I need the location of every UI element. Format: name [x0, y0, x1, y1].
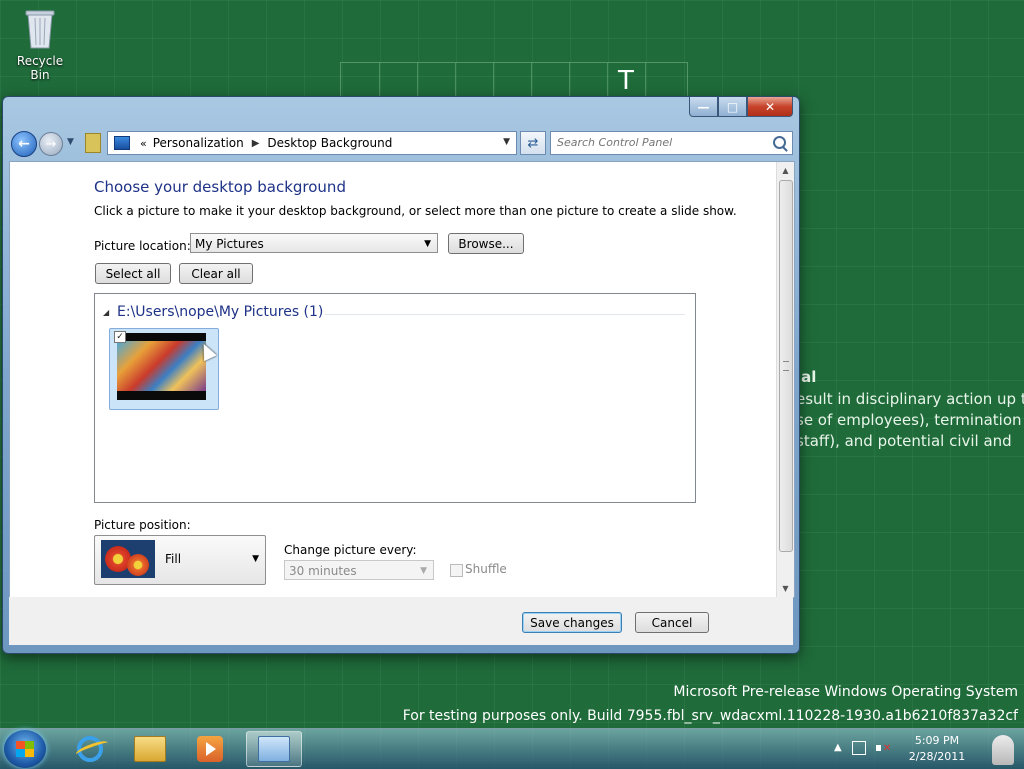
recycle-bin[interactable]: Recycle Bin [6, 8, 74, 82]
navigation-bar: ← → ▼ « Personalization ▶ Desktop Backgr… [9, 129, 793, 157]
forward-button[interactable]: → [39, 132, 63, 156]
browse-button[interactable]: Browse... [448, 233, 524, 254]
address-bar[interactable]: « Personalization ▶ Desktop Background ▼ [107, 131, 517, 155]
change-interval-value: 30 minutes [289, 564, 357, 578]
recycle-bin-label: Recycle Bin [16, 54, 64, 82]
select-all-button[interactable]: Select all [95, 263, 171, 284]
internet-explorer-icon [77, 736, 103, 762]
vertical-scrollbar[interactable]: ▲ ▼ [776, 162, 794, 597]
taskbar-control-panel[interactable] [246, 731, 302, 767]
picture-location-value: My Pictures [195, 237, 264, 251]
breadcrumb-separator-icon[interactable]: ▶ [252, 138, 260, 149]
picture-position-label: Picture position: [94, 518, 191, 532]
taskbar-windows-explorer[interactable] [122, 731, 178, 767]
search-box[interactable] [550, 131, 793, 155]
thumbnail-picture [117, 341, 206, 391]
minimize-button[interactable]: — [689, 97, 718, 117]
breadcrumb-personalization[interactable]: Personalization [153, 136, 244, 150]
build-watermark-line2: For testing purposes only. Build 7955.fb… [402, 708, 1018, 724]
search-icon[interactable] [773, 136, 786, 149]
clock-date: 2/28/2011 [908, 750, 966, 763]
background-text-line: se of employees), termination of [796, 411, 1024, 429]
shuffle-checkbox[interactable] [450, 564, 463, 577]
group-divider [325, 314, 685, 315]
page-description: Click a picture to make it your desktop … [94, 204, 737, 218]
start-button[interactable] [4, 730, 46, 768]
refresh-icon: ⇄ [527, 135, 539, 151]
cancel-button[interactable]: Cancel [635, 612, 709, 633]
show-hidden-icons-icon[interactable]: ▲ [834, 742, 842, 753]
chevron-down-icon: ▼ [420, 566, 427, 576]
change-interval-select[interactable]: 30 minutes ▼ [284, 560, 434, 580]
shuffle-label: Shuffle [465, 562, 507, 576]
picture-location-select[interactable]: My Pictures ▼ [190, 233, 438, 253]
window-controls: — □ ✕ [689, 97, 793, 117]
collapse-group-icon[interactable]: ◢ [103, 308, 109, 317]
recycle-bin-icon [24, 8, 56, 50]
control-panel-icon [258, 736, 290, 762]
picture-thumbnail[interactable]: ✓ [109, 328, 219, 410]
taskbar: ▲ 5:09 PM 2/28/2011 [0, 728, 1024, 769]
clock[interactable]: 5:09 PM 2/28/2011 [902, 733, 972, 765]
content-pane: Choose your desktop background Click a p… [9, 161, 795, 598]
windows-logo-icon [16, 741, 34, 757]
taskbar-media-player[interactable] [182, 731, 238, 767]
refresh-button[interactable]: ⇄ [520, 131, 546, 155]
wallpaper-letter: T [618, 66, 634, 96]
scrollbar-thumb[interactable] [779, 180, 793, 552]
picture-list: ◢ E:\Users\nope\My Pictures (1) ✓ [94, 293, 696, 503]
picture-location-label: Picture location: [94, 239, 191, 253]
change-interval-label: Change picture every: [284, 543, 417, 557]
dialog-footer: Save changes Cancel [9, 597, 793, 645]
address-dropdown-icon[interactable]: ▼ [503, 137, 510, 147]
back-arrow-icon: ← [18, 136, 30, 152]
action-center-icon[interactable] [852, 741, 866, 755]
control-panel-folder-icon[interactable] [85, 133, 101, 153]
page-title: Choose your desktop background [94, 178, 346, 196]
position-preview-image [101, 540, 155, 578]
picture-position-select[interactable]: Fill ▼ [94, 535, 266, 585]
clock-time: 5:09 PM [914, 734, 960, 747]
control-panel-icon [114, 136, 130, 150]
desktop-background-window: — □ ✕ ← → ▼ « Personalization ▶ Desktop … [2, 96, 800, 654]
scroll-down-icon[interactable]: ▼ [777, 580, 794, 597]
picture-group-title[interactable]: E:\Users\nope\My Pictures (1) [117, 304, 323, 320]
clear-all-button[interactable]: Clear all [179, 263, 253, 284]
breadcrumb-desktop-background[interactable]: Desktop Background [267, 136, 392, 150]
breadcrumb-overflow[interactable]: « [140, 137, 147, 150]
chevron-down-icon: ▼ [252, 554, 259, 564]
user-tile[interactable] [984, 731, 1020, 767]
media-player-icon [197, 736, 223, 762]
chevron-down-icon: ▼ [424, 239, 431, 249]
folder-icon [134, 736, 166, 762]
forward-arrow-icon: → [45, 136, 57, 152]
build-watermark-line1: Microsoft Pre-release Windows Operating … [673, 684, 1018, 700]
back-button[interactable]: ← [11, 131, 37, 157]
scroll-up-icon[interactable]: ▲ [777, 162, 794, 179]
recent-pages-dropdown-icon[interactable]: ▼ [67, 137, 74, 147]
user-icon [992, 735, 1014, 765]
save-changes-button[interactable]: Save changes [522, 612, 622, 633]
background-text-line: esult in disciplinary action up to [796, 390, 1024, 408]
background-text-line: staff), and potential civil and [796, 432, 1012, 450]
maximize-button[interactable]: □ [718, 97, 747, 117]
search-input[interactable] [551, 132, 773, 152]
close-button[interactable]: ✕ [747, 97, 793, 117]
picture-position-value: Fill [165, 552, 182, 566]
thumbnail-checkbox[interactable]: ✓ [114, 331, 126, 343]
thumbnail-image [117, 333, 206, 400]
taskbar-internet-explorer[interactable] [62, 731, 118, 767]
volume-muted-icon[interactable] [876, 741, 891, 755]
